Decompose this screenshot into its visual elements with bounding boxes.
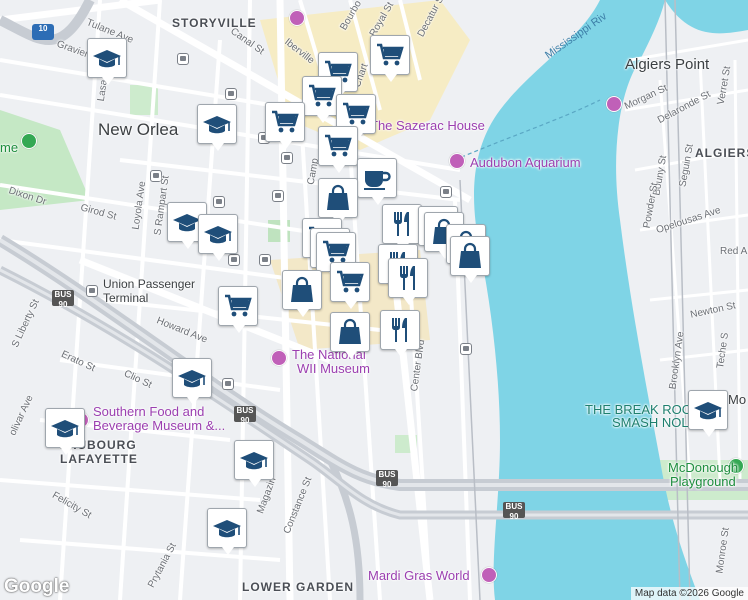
map-marker-restaurant-5[interactable] xyxy=(380,310,420,357)
bus-90-shield: BUS 90 xyxy=(503,502,525,521)
algiers-point-icon[interactable] xyxy=(606,96,622,112)
transit-stop-icon[interactable] xyxy=(177,53,189,65)
map-marker-shopping-cart-6[interactable] xyxy=(318,126,358,173)
map-marker-shopping-cart-10[interactable] xyxy=(330,262,370,309)
park-landmark-icon[interactable] xyxy=(21,133,37,149)
mardi-gras-world-icon[interactable] xyxy=(481,567,497,583)
transit-stop-icon[interactable] xyxy=(460,343,472,355)
map-marker-cafe-1[interactable] xyxy=(357,158,397,205)
truncated-label: Mo xyxy=(728,392,747,407)
bus-90-shield: BUS 90 xyxy=(234,406,256,425)
map-canvas[interactable]: 10 BUS 90 BUS 90 BUS 90 BUS 90 Tulane Av… xyxy=(0,0,748,600)
union-terminal-label-2[interactable]: Terminal xyxy=(103,291,148,305)
map-marker-shopping-cart-1[interactable] xyxy=(370,35,410,82)
map-marker-school-2[interactable] xyxy=(197,104,237,151)
storyville-landmark-icon[interactable] xyxy=(289,10,305,26)
map-marker-school-4[interactable] xyxy=(198,214,238,261)
union-terminal-label[interactable]: Union Passenger xyxy=(103,277,195,291)
google-logo: Google xyxy=(4,576,70,597)
sazerac-house-label[interactable]: The Sazerac House xyxy=(370,118,485,133)
break-room-label-2[interactable]: SMASH NOL xyxy=(612,415,689,430)
transit-stop-icon[interactable] xyxy=(281,152,293,164)
interstate-10-shield: 10 xyxy=(32,24,54,40)
algiers-point-label[interactable]: Algiers Point xyxy=(625,56,709,73)
street-label: Red A xyxy=(720,246,748,257)
map-marker-school-8[interactable] xyxy=(207,508,247,555)
transit-stop-icon[interactable] xyxy=(272,190,284,202)
bus-90-shield: BUS 90 xyxy=(52,290,74,309)
southern-food-museum-label[interactable]: Southern Food and xyxy=(93,404,204,419)
map-marker-school-6[interactable] xyxy=(45,408,85,455)
city-label: New Orlea xyxy=(98,120,179,139)
transit-stop-icon[interactable] xyxy=(225,88,237,100)
map-marker-restaurant-4[interactable] xyxy=(388,258,428,305)
transit-stop-icon[interactable] xyxy=(440,186,452,198)
neighborhood-storyville: STORYVILLE xyxy=(172,16,257,30)
audubon-aquarium-label[interactable]: Audubon Aquarium xyxy=(470,155,581,170)
map-marker-shopping-bag-6[interactable] xyxy=(330,312,370,359)
mardi-gras-world-label[interactable]: Mardi Gras World xyxy=(368,568,470,583)
map-marker-shopping-cart-11[interactable] xyxy=(218,286,258,333)
transit-stop-icon[interactable] xyxy=(259,254,271,266)
bus-90-shield: BUS 90 xyxy=(376,470,398,489)
neighborhood-lower-garden: LOWER GARDEN xyxy=(242,580,354,594)
map-marker-shopping-bag-5[interactable] xyxy=(282,270,322,317)
neighborhood-algiers: ALGIERS xyxy=(695,146,748,160)
mcdonogh-playground-label[interactable]: McDonough xyxy=(668,460,738,475)
southern-food-museum-label-2[interactable]: Beverage Museum &... xyxy=(93,418,225,433)
map-marker-shopping-bag-4[interactable] xyxy=(450,236,490,283)
map-marker-shopping-bag-1[interactable] xyxy=(318,178,358,225)
park-label[interactable]: me xyxy=(0,140,18,155)
map-attribution[interactable]: Map data ©2026 Google xyxy=(630,587,748,600)
transit-stop-icon[interactable] xyxy=(222,378,234,390)
mcdonogh-playground-label-2[interactable]: Playground xyxy=(670,474,736,489)
transit-stop-icon[interactable] xyxy=(228,254,240,266)
map-marker-shopping-cart-5[interactable] xyxy=(265,102,305,149)
ww2-museum-icon[interactable] xyxy=(271,350,287,366)
map-marker-school-1[interactable] xyxy=(87,38,127,85)
transit-stop-icon[interactable] xyxy=(86,285,98,297)
map-marker-school-5[interactable] xyxy=(172,358,212,405)
map-marker-school-7[interactable] xyxy=(234,440,274,487)
map-marker-school-9[interactable] xyxy=(688,390,728,437)
ww2-museum-label-2[interactable]: WII Museum xyxy=(297,361,370,376)
transit-stop-icon[interactable] xyxy=(213,196,225,208)
map-marker-restaurant-1[interactable] xyxy=(382,204,422,251)
audubon-aquarium-icon[interactable] xyxy=(449,153,465,169)
